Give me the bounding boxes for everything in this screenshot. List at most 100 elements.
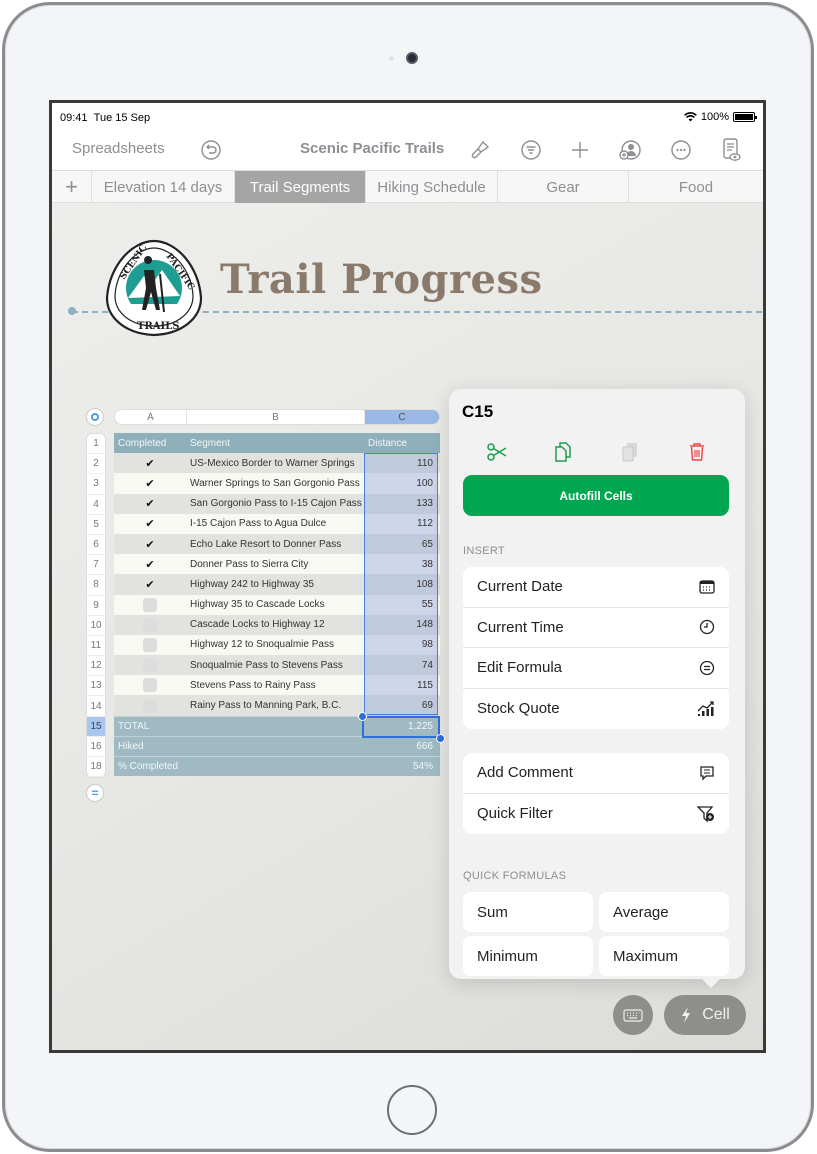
cell-actions-button[interactable]: Cell [664, 995, 746, 1035]
completed-cell[interactable] [114, 658, 186, 673]
row-header[interactable]: 5 [87, 515, 105, 535]
quick-formula-sum[interactable]: Sum [463, 892, 593, 932]
row-header[interactable]: 7 [87, 555, 105, 576]
checkbox-checked[interactable]: ✔ [143, 497, 157, 511]
checkbox-checked[interactable]: ✔ [143, 476, 157, 490]
footer-value[interactable]: 1,225 [364, 721, 438, 732]
current-time-item[interactable]: Current Time [463, 608, 729, 648]
distance-cell[interactable]: 108 [364, 574, 438, 595]
row-header[interactable]: 9 [87, 596, 105, 616]
footer-value[interactable]: 666 [364, 741, 438, 752]
checkbox-checked[interactable]: ✔ [143, 517, 157, 531]
distance-cell[interactable]: 55 [364, 594, 438, 615]
segment-cell[interactable]: Highway 12 to Snoqualmie Pass [186, 639, 364, 650]
keyboard-button[interactable] [613, 995, 653, 1035]
distance-cell[interactable]: 74 [364, 655, 438, 676]
completed-cell[interactable]: ✔ [114, 476, 186, 490]
checkbox-checked[interactable]: ✔ [143, 577, 157, 591]
table-select-button[interactable] [86, 408, 104, 426]
home-button[interactable] [387, 1085, 437, 1135]
segment-cell[interactable]: Warner Springs to San Gorgonio Pass [186, 478, 364, 489]
add-comment-item[interactable]: Add Comment [463, 753, 729, 794]
distance-cell[interactable]: 110 [364, 453, 438, 474]
add-sheet-button[interactable]: + [52, 171, 92, 203]
quick-formula-maximum[interactable]: Maximum [599, 936, 729, 976]
segment-cell[interactable]: US-Mexico Border to Warner Springs [186, 458, 364, 469]
quick-formula-average[interactable]: Average [599, 892, 729, 932]
header-completed[interactable]: Completed [114, 438, 186, 449]
tab-hiking-schedule[interactable]: Hiking Schedule [366, 171, 498, 203]
checkbox-checked[interactable]: ✔ [143, 557, 157, 571]
document-title[interactable]: Scenic Pacific Trails [300, 140, 444, 157]
header-distance[interactable]: Distance [364, 438, 438, 449]
segment-cell[interactable]: Cascade Locks to Highway 12 [186, 619, 364, 630]
segment-cell[interactable]: Highway 35 to Cascade Locks [186, 599, 364, 610]
row-header[interactable]: 11 [87, 636, 105, 657]
row-header[interactable]: 18 [87, 757, 105, 778]
collaborate-icon[interactable] [617, 137, 643, 163]
row-header[interactable]: 4 [87, 495, 105, 515]
segment-cell[interactable]: I-15 Cajon Pass to Agua Dulce [186, 518, 364, 529]
footer-value[interactable]: 54% [364, 761, 438, 772]
distance-cell[interactable]: 133 [364, 493, 438, 514]
formula-button[interactable]: = [86, 784, 104, 802]
checkbox-unchecked[interactable] [143, 637, 157, 652]
selection-handle-bottom-right[interactable] [436, 734, 445, 743]
row-header[interactable]: 1 [87, 434, 105, 455]
selection-handle-top-left[interactable] [358, 712, 367, 721]
segment-cell[interactable]: San Gorgonio Pass to I-15 Cajon Pass [186, 498, 364, 509]
header-segment[interactable]: Segment [186, 438, 364, 449]
row-header[interactable]: 6 [87, 535, 105, 556]
organize-icon[interactable] [518, 137, 544, 163]
column-header-a[interactable]: A [115, 410, 187, 424]
checkbox-unchecked[interactable] [143, 597, 157, 612]
completed-cell[interactable]: ✔ [114, 577, 186, 591]
completed-cell[interactable]: ✔ [114, 557, 186, 571]
checkbox-checked[interactable]: ✔ [143, 456, 157, 470]
distance-cell[interactable]: 112 [364, 513, 438, 534]
distance-cell[interactable]: 98 [364, 634, 438, 656]
view-options-icon[interactable] [718, 137, 744, 163]
edit-formula-item[interactable]: Edit Formula [463, 648, 729, 689]
back-to-spreadsheets-button[interactable]: Spreadsheets [72, 140, 165, 157]
checkbox-unchecked[interactable] [143, 617, 157, 632]
undo-icon[interactable] [198, 137, 224, 163]
column-header-b[interactable]: B [187, 410, 365, 424]
cut-icon[interactable] [482, 437, 512, 467]
checkbox-checked[interactable]: ✔ [143, 537, 157, 551]
completed-cell[interactable]: ✔ [114, 497, 186, 511]
row-header[interactable]: 3 [87, 474, 105, 495]
completed-cell[interactable] [114, 698, 186, 713]
segment-cell[interactable]: Snoqualmie Pass to Stevens Pass [186, 660, 364, 671]
segment-cell[interactable]: Stevens Pass to Rainy Pass [186, 680, 364, 691]
completed-cell[interactable]: ✔ [114, 517, 186, 531]
row-header[interactable]: 10 [87, 616, 105, 636]
row-header[interactable]: 12 [87, 656, 105, 677]
distance-cell[interactable]: 100 [364, 473, 438, 494]
format-brush-icon[interactable] [467, 137, 493, 163]
segment-cell[interactable]: Donner Pass to Sierra City [186, 559, 364, 570]
completed-cell[interactable] [114, 637, 186, 652]
row-header[interactable]: 8 [87, 575, 105, 596]
segment-cell[interactable]: Rainy Pass to Manning Park, B.C. [186, 700, 364, 711]
tab-food[interactable]: Food [629, 171, 763, 203]
completed-cell[interactable]: ✔ [114, 537, 186, 551]
row-header[interactable]: 2 [87, 454, 105, 475]
more-icon[interactable] [668, 137, 694, 163]
distance-cell[interactable]: 148 [364, 614, 438, 635]
footer-label[interactable]: % Completed [114, 761, 364, 772]
row-header[interactable]: 13 [87, 676, 105, 697]
distance-cell[interactable]: 65 [364, 533, 438, 555]
segment-cell[interactable]: Highway 242 to Highway 35 [186, 579, 364, 590]
completed-cell[interactable]: ✔ [114, 456, 186, 470]
delete-icon[interactable] [682, 437, 712, 467]
row-header[interactable]: 16 [87, 737, 105, 757]
completed-cell[interactable] [114, 597, 186, 612]
checkbox-unchecked[interactable] [143, 698, 157, 713]
add-icon[interactable] [567, 137, 593, 163]
row-header[interactable]: 14 [87, 696, 105, 717]
paste-icon[interactable] [615, 437, 645, 467]
tab-trail-segments[interactable]: Trail Segments [235, 171, 366, 203]
segment-cell[interactable]: Echo Lake Resort to Donner Pass [186, 539, 364, 550]
distance-cell[interactable]: 69 [364, 695, 438, 716]
